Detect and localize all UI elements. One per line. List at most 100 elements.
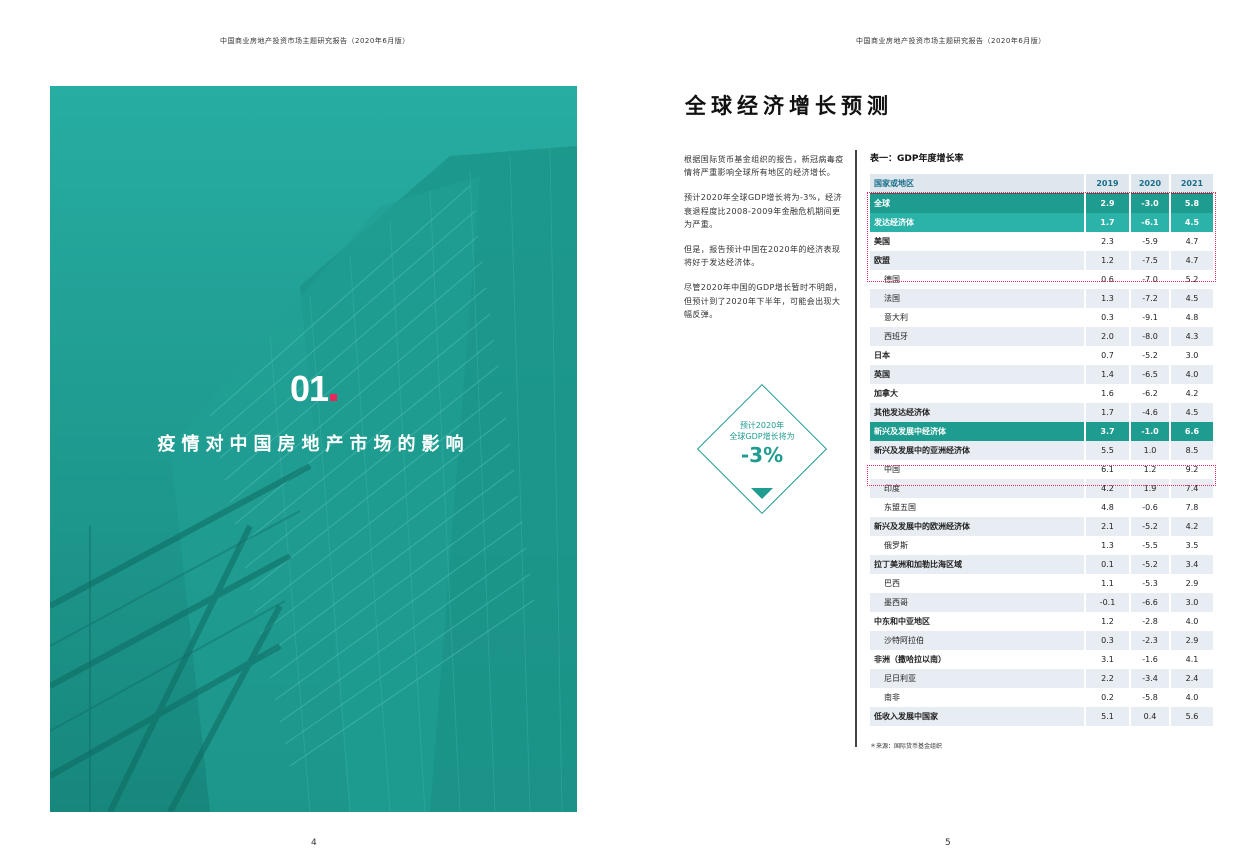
row-region-name: 印度 bbox=[870, 479, 1085, 498]
table-row: 俄罗斯 1.3 -5.5 3.5 bbox=[870, 536, 1213, 555]
cell-2021: 4.8 bbox=[1169, 308, 1213, 327]
table-row: 西班牙 2.0 -8.0 4.3 bbox=[870, 327, 1213, 346]
gdp-table-container: 国家或地区 2019 2020 2021 全球 2.9 -3.0 5.8 发达经济体 1.… bbox=[867, 174, 1216, 726]
row-region-name: 巴西 bbox=[870, 574, 1085, 593]
cell-2021: 4.1 bbox=[1169, 650, 1213, 669]
table-row: 新兴及发展中经济体 3.7 -1.0 6.6 bbox=[870, 422, 1213, 441]
cell-2021: 4.0 bbox=[1169, 612, 1213, 631]
cell-2021: 4.7 bbox=[1169, 232, 1213, 251]
paragraph: 预计2020年全球GDP增长将为-3%，经济衰退程度比2008-2009年金融危… bbox=[684, 193, 842, 229]
row-region-name: 西班牙 bbox=[870, 327, 1085, 346]
cell-2021: 7.8 bbox=[1169, 498, 1213, 517]
row-region-name: 新兴及发展中经济体 bbox=[870, 422, 1085, 441]
row-region-name: 法国 bbox=[870, 289, 1085, 308]
table-row: 日本 0.7 -5.2 3.0 bbox=[870, 346, 1213, 365]
row-region-name: 发达经济体 bbox=[870, 213, 1085, 232]
cell-2019: 2.1 bbox=[1084, 517, 1130, 536]
source-note: ＊来源：国际货币基金组织 bbox=[870, 743, 943, 750]
cell-2020: -7.0 bbox=[1129, 270, 1170, 289]
row-region-name: 东盟五国 bbox=[870, 498, 1085, 517]
cell-2019: 2.2 bbox=[1084, 669, 1130, 688]
cell-2019: 1.7 bbox=[1084, 213, 1130, 232]
cell-2019: 1.3 bbox=[1084, 289, 1130, 308]
cell-2021: 4.5 bbox=[1169, 403, 1213, 422]
cell-2021: 2.9 bbox=[1169, 574, 1213, 593]
table-body: 全球 2.9 -3.0 5.8 发达经济体 1.7 -6.1 4.5 美国 2.3 -5.9 4.7 欧… bbox=[870, 193, 1213, 726]
table-row: 沙特阿拉伯 0.3 -2.3 2.9 bbox=[870, 631, 1213, 650]
left-page: 中国商业房地产投资市场主题研究报告（2020年6月版） 01 疫情对中国房地产市… bbox=[0, 0, 629, 866]
header-2021: 2021 bbox=[1169, 174, 1213, 194]
cell-2020: -3.0 bbox=[1129, 193, 1170, 213]
row-region-name: 南非 bbox=[870, 688, 1085, 707]
cell-2019: 5.5 bbox=[1084, 441, 1130, 460]
cell-2020: 0.4 bbox=[1129, 707, 1170, 726]
paragraph: 根据国际货币基金组织的报告，新冠病毒疫情将严重影响全球所有地区的经济增长。 bbox=[684, 155, 844, 178]
cell-2019: 0.3 bbox=[1084, 631, 1130, 650]
body-text: 根据国际货币基金组织的报告，新冠病毒疫情将严重影响全球所有地区的经济增长。 预计… bbox=[684, 153, 844, 333]
chapter-accent-dot bbox=[330, 394, 338, 401]
right-page: 中国商业房地产投资市场主题研究报告（2020年6月版） 全球经济增长预测 根据国… bbox=[629, 0, 1258, 866]
table-row: 中东和中亚地区 1.2 -2.8 4.0 bbox=[870, 612, 1213, 631]
callout-line-2: 全球GDP增长将为 bbox=[729, 432, 795, 441]
cell-2020: 1.0 bbox=[1129, 441, 1170, 460]
row-region-name: 新兴及发展中的亚洲经济体 bbox=[870, 441, 1085, 460]
cell-2021: 4.2 bbox=[1169, 384, 1213, 403]
table-row: 巴西 1.1 -5.3 2.9 bbox=[870, 574, 1213, 593]
cell-2019: 4.2 bbox=[1084, 479, 1130, 498]
table-row: 印度 4.2 1.9 7.4 bbox=[870, 479, 1213, 498]
table-row: 拉丁美洲和加勒比海区域 0.1 -5.2 3.4 bbox=[870, 555, 1213, 574]
row-region-name: 欧盟 bbox=[870, 251, 1085, 270]
cell-2019: 0.2 bbox=[1084, 688, 1130, 707]
table-row: 墨西哥 -0.1 -6.6 3.0 bbox=[870, 593, 1213, 612]
cell-2019: 1.6 bbox=[1084, 384, 1130, 403]
row-region-name: 中东和中亚地区 bbox=[870, 612, 1085, 631]
running-header-right: 中国商业房地产投资市场主题研究报告（2020年6月版） bbox=[856, 37, 1046, 45]
callout-value: -3% bbox=[740, 443, 784, 467]
vertical-divider bbox=[855, 150, 857, 747]
cell-2020: -7.5 bbox=[1129, 251, 1170, 270]
cell-2021: 4.5 bbox=[1169, 213, 1213, 232]
cell-2021: 4.3 bbox=[1169, 327, 1213, 346]
cell-2020: 1.2 bbox=[1129, 460, 1170, 479]
header-region: 国家或地区 bbox=[870, 174, 1085, 194]
running-header-left: 中国商业房地产投资市场主题研究报告（2020年6月版） bbox=[220, 37, 410, 45]
cell-2021: 4.0 bbox=[1169, 365, 1213, 384]
cell-2019: 3.1 bbox=[1084, 650, 1130, 669]
cell-2020: -5.2 bbox=[1129, 346, 1170, 365]
cell-2021: 4.2 bbox=[1169, 517, 1213, 536]
row-region-name: 尼日利亚 bbox=[870, 669, 1085, 688]
cell-2019: 0.7 bbox=[1084, 346, 1130, 365]
cell-2020: -6.6 bbox=[1129, 593, 1170, 612]
row-region-name: 德国 bbox=[870, 270, 1085, 289]
table-row: 德国 0.6 -7.0 5.2 bbox=[870, 270, 1213, 289]
row-region-name: 美国 bbox=[870, 232, 1085, 251]
table-row: 新兴及发展中的亚洲经济体 5.5 1.0 8.5 bbox=[870, 441, 1213, 460]
table-header-row: 国家或地区 2019 2020 2021 bbox=[870, 174, 1213, 194]
cell-2019: 2.0 bbox=[1084, 327, 1130, 346]
header-2019: 2019 bbox=[1084, 174, 1130, 194]
table-row: 加拿大 1.6 -6.2 4.2 bbox=[870, 384, 1213, 403]
cell-2020: -6.1 bbox=[1129, 213, 1170, 232]
table-row: 低收入发展中国家 5.1 0.4 5.6 bbox=[870, 707, 1213, 726]
row-region-name: 低收入发展中国家 bbox=[870, 707, 1085, 726]
row-region-name: 墨西哥 bbox=[870, 593, 1085, 612]
cell-2020: -2.3 bbox=[1129, 631, 1170, 650]
cell-2021: 3.5 bbox=[1169, 536, 1213, 555]
paragraph: 尽管2020年中国的GDP增长暂时不明朗，但预计到了2020年下半年，可能会出现… bbox=[684, 283, 842, 319]
row-region-name: 全球 bbox=[870, 193, 1085, 213]
cell-2019: 1.2 bbox=[1084, 612, 1130, 631]
page-number-right: 5 bbox=[945, 838, 951, 848]
down-arrow-icon bbox=[751, 488, 773, 499]
cell-2019: 0.3 bbox=[1084, 308, 1130, 327]
cell-2020: -6.2 bbox=[1129, 384, 1170, 403]
table-row: 意大利 0.3 -9.1 4.8 bbox=[870, 308, 1213, 327]
cell-2021: 6.6 bbox=[1169, 422, 1213, 441]
cell-2020: 1.9 bbox=[1129, 479, 1170, 498]
cell-2019: 4.8 bbox=[1084, 498, 1130, 517]
cell-2020: -5.9 bbox=[1129, 232, 1170, 251]
table-caption: 表一：GDP年度增长率 bbox=[870, 154, 964, 164]
chapter-number: 01 bbox=[50, 368, 577, 410]
cell-2019: 2.3 bbox=[1084, 232, 1130, 251]
cell-2019: 0.6 bbox=[1084, 270, 1130, 289]
cell-2020: -5.2 bbox=[1129, 517, 1170, 536]
